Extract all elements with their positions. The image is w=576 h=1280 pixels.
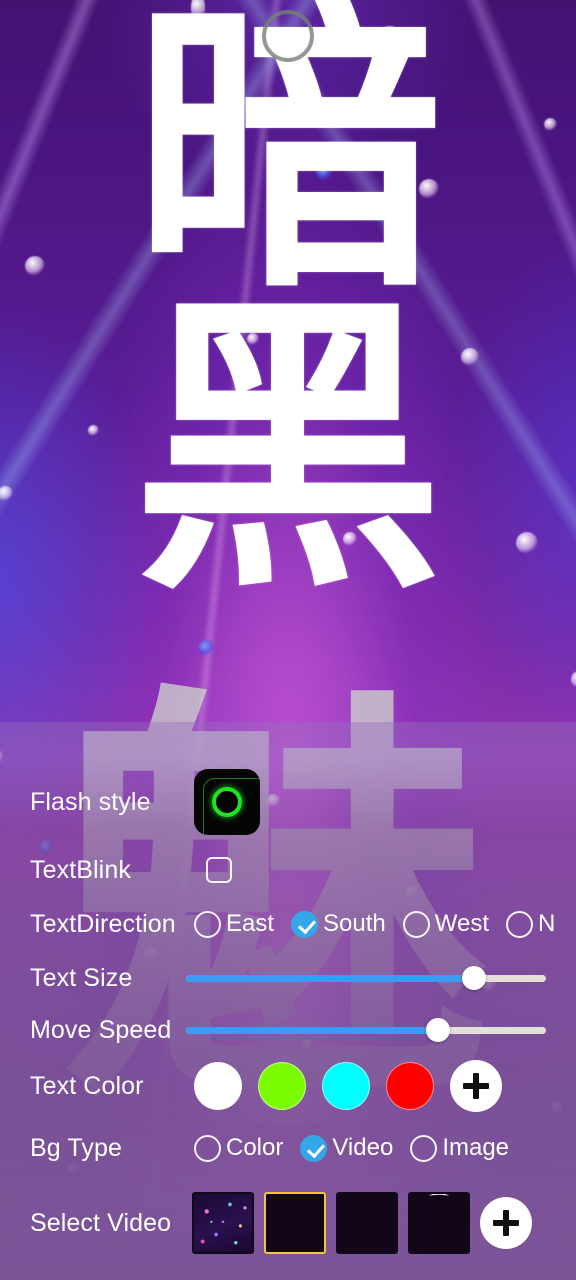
move-speed-label: Move Speed — [30, 1015, 172, 1044]
text-color-add-button[interactable] — [450, 1060, 502, 1112]
text-direction-option-south[interactable]: South — [291, 910, 386, 938]
bg-type-option-video[interactable]: Video — [300, 1134, 393, 1162]
text-direction-label: TextDirection — [30, 909, 176, 938]
text-direction-option-west[interactable]: West — [402, 910, 489, 938]
row-move-speed: Move Speed — [0, 1002, 576, 1058]
text-direction-option-north-label: N — [537, 910, 556, 937]
radio-icon-color[interactable] — [194, 1134, 221, 1162]
text-blink-checkbox[interactable] — [206, 857, 232, 883]
text-size-slider-thumb[interactable] — [462, 966, 486, 990]
radio-icon-north[interactable] — [505, 910, 533, 938]
select-video-label: Select Video — [30, 1208, 172, 1237]
row-bg-type: Bg Type Color Video Image — [0, 1120, 576, 1176]
row-flash-style: Flash style — [0, 766, 576, 838]
text-size-slider-fill — [186, 974, 474, 982]
video-thumb-neon-triangle-video[interactable] — [264, 1192, 326, 1254]
video-thumb-tunnel-triangle-video[interactable] — [336, 1192, 398, 1254]
row-text-color: Text Color — [0, 1054, 576, 1118]
bg-type-option-color-label: Color — [226, 1134, 284, 1161]
bg-type-option-color[interactable]: Color — [194, 1134, 283, 1162]
app-root: 暗 黑 魅 Flash style TextBlink TextDirectio — [0, 0, 576, 1280]
bg-type-radio-group: Color Video Image — [194, 1134, 526, 1162]
radio-icon-west[interactable] — [402, 910, 430, 938]
bg-type-option-video-label: Video — [332, 1134, 394, 1161]
text-size-slider[interactable] — [186, 963, 546, 993]
flash-style-label: Flash style — [30, 787, 151, 816]
row-text-size: Text Size — [0, 950, 576, 1006]
row-text-direction: TextDirection East South West N — [0, 896, 576, 952]
move-speed-slider-fill — [186, 1026, 438, 1034]
radio-icon-image[interactable] — [410, 1134, 438, 1162]
bg-type-option-image-label: Image — [442, 1134, 510, 1161]
text-direction-option-east-label: East — [226, 910, 275, 937]
move-speed-slider[interactable] — [186, 1015, 546, 1045]
green-ring-flash-icon — [212, 787, 242, 817]
text-color-swatch-3[interactable] — [386, 1062, 434, 1110]
ring-indicator-icon — [262, 10, 314, 62]
text-direction-option-north[interactable]: N — [505, 910, 556, 938]
text-direction-option-west-label: West — [434, 910, 489, 937]
video-thumb-image — [194, 1194, 252, 1252]
text-color-swatch-2[interactable] — [322, 1062, 370, 1110]
text-direction-option-south-label: South — [323, 910, 386, 937]
select-video-add-button[interactable] — [480, 1197, 532, 1249]
bg-type-label: Bg Type — [30, 1133, 122, 1162]
text-color-swatch-0[interactable] — [194, 1062, 242, 1110]
radio-icon-south-checked[interactable] — [291, 910, 319, 938]
flash-style-preview-button[interactable] — [194, 769, 260, 835]
text-blink-label: TextBlink — [30, 855, 131, 884]
text-direction-option-east[interactable]: East — [194, 910, 274, 938]
text-size-label: Text Size — [30, 963, 133, 992]
video-thumb-magenta-kaleido-video[interactable] — [408, 1192, 470, 1254]
bg-type-option-image[interactable]: Image — [410, 1134, 509, 1162]
text-color-label: Text Color — [30, 1071, 144, 1100]
move-speed-slider-thumb[interactable] — [426, 1018, 450, 1042]
text-color-swatch-1[interactable] — [258, 1062, 306, 1110]
radio-icon-video-checked[interactable] — [300, 1134, 328, 1162]
text-color-swatch-list — [194, 1060, 502, 1112]
text-direction-radio-group: East South West N — [194, 910, 572, 938]
video-thumb-particles-bokeh-video[interactable] — [192, 1192, 254, 1254]
controls-panel: Flash style TextBlink TextDirection East… — [0, 722, 576, 1280]
select-video-thumb-list — [192, 1192, 532, 1254]
row-text-blink: TextBlink — [0, 842, 576, 898]
row-select-video: Select Video — [0, 1184, 576, 1262]
radio-icon-east[interactable] — [194, 910, 221, 938]
